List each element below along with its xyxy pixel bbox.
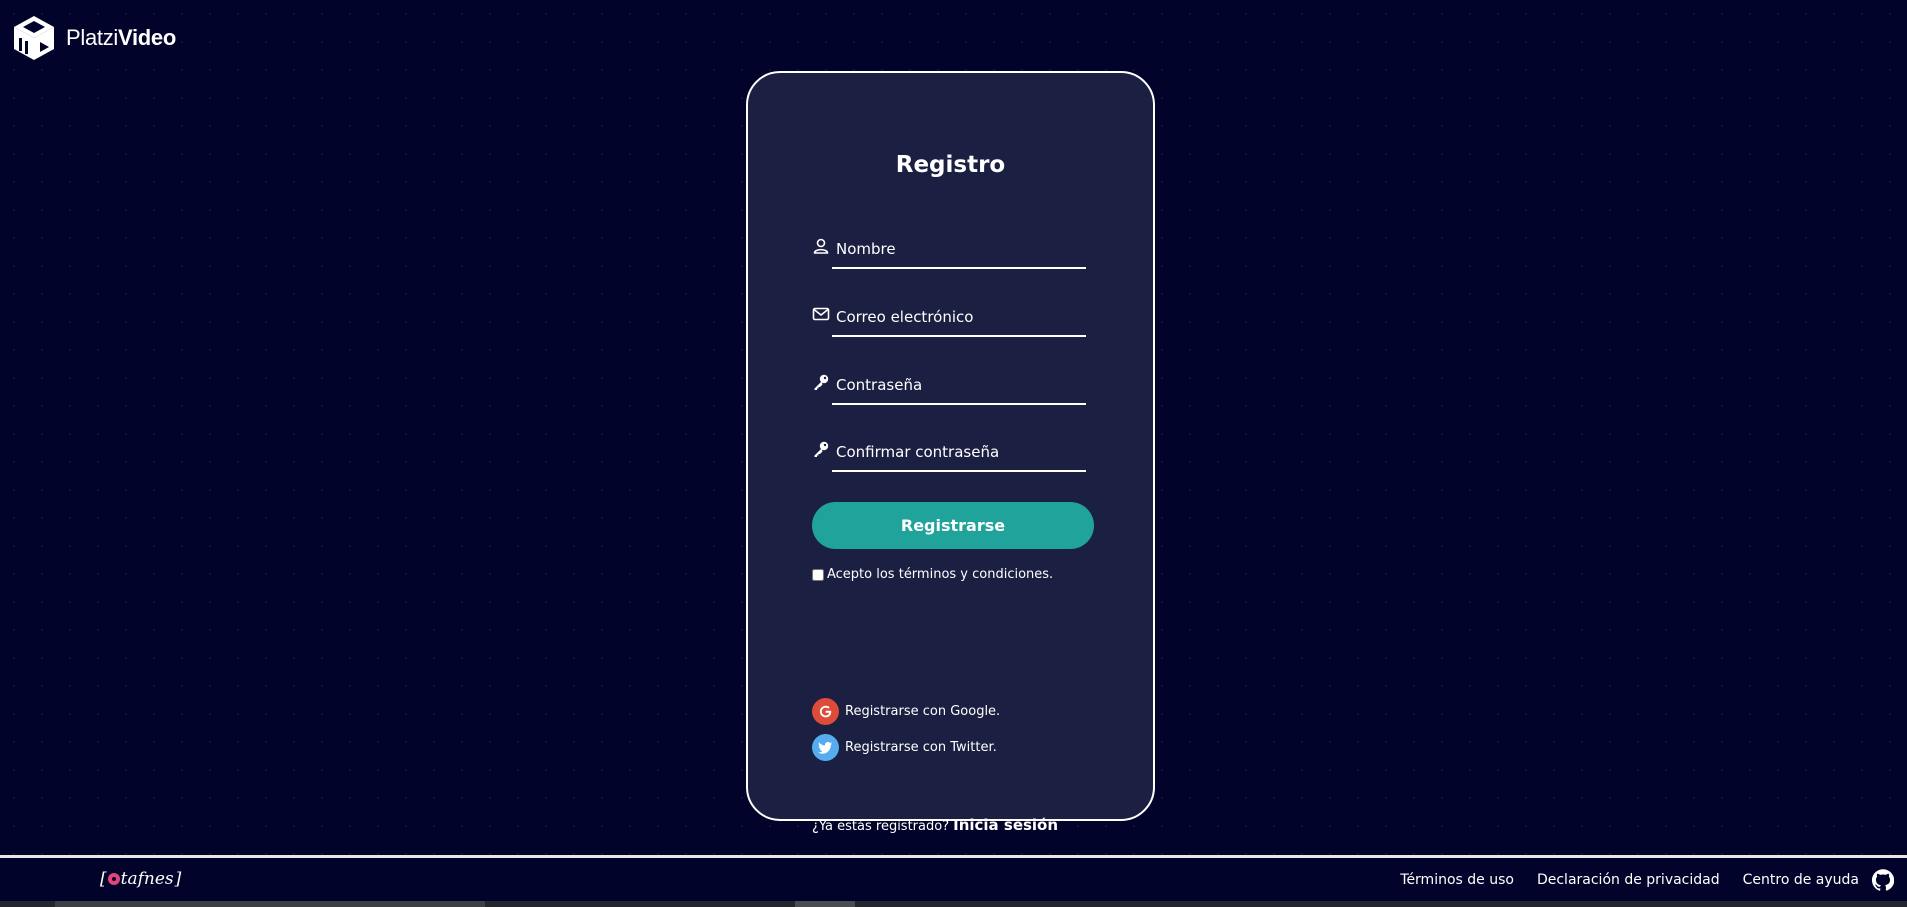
login-prompt-row: ¿Ya estás registrado? Inicia sesión [812, 816, 1058, 834]
email-field [812, 299, 1086, 339]
password-field [812, 367, 1086, 407]
confirm-password-input[interactable] [832, 434, 1086, 472]
confirm-password-field [812, 434, 1086, 474]
login-link[interactable]: Inicia sesión [953, 816, 1058, 834]
bracket-open: [ [100, 869, 107, 889]
key-icon [814, 374, 829, 390]
github-icon[interactable] [1872, 869, 1894, 891]
terms-checkbox-row[interactable]: Acepto los términos y condiciones. [812, 567, 1053, 582]
twitter-icon [812, 734, 839, 761]
email-input[interactable] [832, 299, 1086, 337]
scrollbar-thumb[interactable] [795, 901, 855, 907]
privacy-link[interactable]: Declaración de privacidad [1537, 872, 1720, 888]
register-button[interactable]: Registrarse [812, 502, 1094, 549]
twitter-register-button[interactable]: Registrarse con Twitter. [812, 734, 997, 761]
login-prompt: ¿Ya estás registrado? [812, 819, 950, 834]
register-title: Registro [895, 152, 1006, 178]
terms-label: Acepto los términos y condiciones. [827, 567, 1054, 582]
name-field [812, 231, 1086, 271]
google-register-label: Registrarse con Google. [845, 704, 1001, 719]
twitter-register-label: Registrarse con Twitter. [845, 740, 997, 755]
logo-text-light: Platzi [66, 25, 118, 50]
platzi-video-logo[interactable]: PlatziVideo [10, 14, 176, 62]
footer-links: Términos de uso Declaración de privacida… [1400, 872, 1859, 888]
terms-checkbox[interactable] [812, 568, 824, 581]
register-card: Registro Registrarse Acept [746, 71, 1155, 834]
user-icon [813, 238, 829, 254]
platzi-cube-icon [14, 16, 54, 60]
footer-brand-text: tafnes [120, 869, 174, 889]
horizontal-scrollbar[interactable] [0, 901, 1907, 907]
brand-dot-icon [107, 873, 120, 885]
scrollbar-track-segment [55, 901, 485, 907]
key-icon [814, 441, 829, 457]
bracket-close: ] [174, 869, 182, 889]
logo-text-bold: Video [118, 25, 177, 50]
footer: [ tafnes ] Términos de uso Declaración d… [0, 855, 1907, 907]
envelope-icon [812, 307, 830, 321]
footer-brand-logo[interactable]: [ tafnes ] [100, 869, 181, 889]
name-input[interactable] [832, 231, 1086, 269]
google-register-button[interactable]: Registrarse con Google. [812, 698, 1000, 725]
terms-link[interactable]: Términos de uso [1400, 872, 1514, 888]
password-input[interactable] [832, 367, 1086, 405]
help-center-link[interactable]: Centro de ayuda [1743, 872, 1859, 888]
google-icon [812, 698, 839, 725]
logo-text: PlatziVideo [66, 25, 176, 51]
